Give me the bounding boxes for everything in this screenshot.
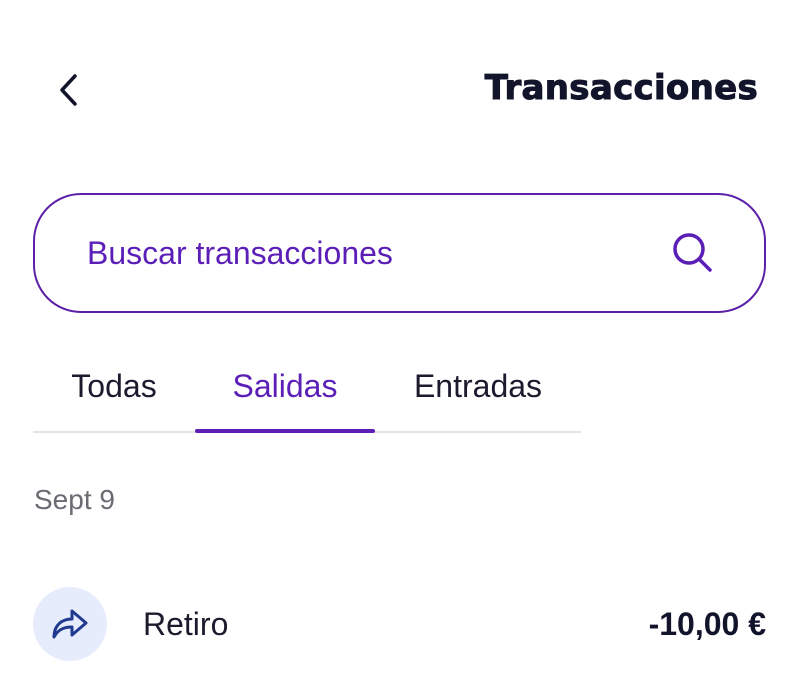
page-title: Transacciones — [484, 68, 758, 109]
back-button[interactable] — [44, 66, 92, 114]
transaction-row[interactable]: Retiro -10,00 € — [33, 586, 766, 662]
transaction-icon-badge — [33, 587, 107, 661]
header: Transacciones — [0, 0, 800, 180]
chevron-left-icon — [60, 74, 77, 106]
tab-entradas[interactable]: Entradas — [375, 340, 581, 433]
active-tab-indicator — [195, 429, 375, 433]
share-arrow-icon — [52, 609, 88, 639]
tab-salidas[interactable]: Salidas — [195, 340, 375, 433]
tab-todas[interactable]: Todas — [33, 340, 195, 433]
search-icon[interactable] — [670, 230, 716, 276]
date-group-label: Sept 9 — [34, 484, 115, 515]
transaction-name: Retiro — [143, 605, 229, 642]
transaction-amount: -10,00 € — [648, 605, 766, 642]
search-input[interactable]: Buscar transacciones — [87, 235, 670, 272]
search-field[interactable]: Buscar transacciones — [33, 193, 766, 313]
tab-bar: Todas Salidas Entradas — [33, 340, 581, 433]
